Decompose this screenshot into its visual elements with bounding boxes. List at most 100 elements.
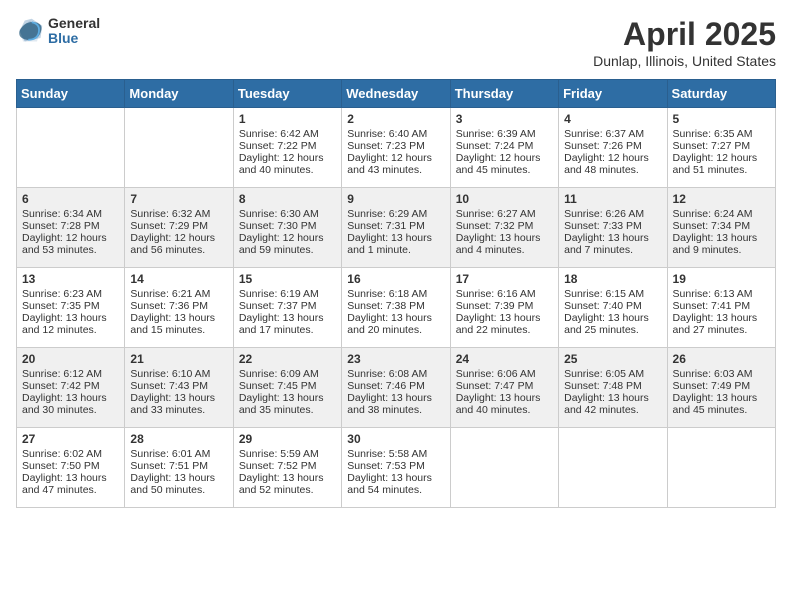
calendar-day-8: 8 Sunrise: 6:30 AM Sunset: 7:30 PM Dayli… <box>233 188 341 268</box>
day-number: 2 <box>347 112 444 126</box>
sunset-text: Sunset: 7:48 PM <box>564 380 642 392</box>
daylight-text: Daylight: 12 hours and 40 minutes. <box>239 152 324 176</box>
sunset-text: Sunset: 7:23 PM <box>347 140 425 152</box>
sunrise-text: Sunrise: 6:02 AM <box>22 448 102 460</box>
daylight-text: Daylight: 13 hours and 40 minutes. <box>456 392 541 416</box>
daylight-text: Daylight: 13 hours and 15 minutes. <box>130 312 215 336</box>
sunrise-text: Sunrise: 6:06 AM <box>456 368 536 380</box>
sunset-text: Sunset: 7:41 PM <box>673 300 751 312</box>
page-header: General Blue April 2025 Dunlap, Illinois… <box>16 16 776 69</box>
daylight-text: Daylight: 13 hours and 35 minutes. <box>239 392 324 416</box>
sunset-text: Sunset: 7:26 PM <box>564 140 642 152</box>
daylight-text: Daylight: 13 hours and 4 minutes. <box>456 232 541 256</box>
calendar-week-row: 27 Sunrise: 6:02 AM Sunset: 7:50 PM Dayl… <box>17 428 776 508</box>
daylight-text: Daylight: 13 hours and 27 minutes. <box>673 312 758 336</box>
sunset-text: Sunset: 7:47 PM <box>456 380 534 392</box>
calendar-empty-cell <box>125 108 233 188</box>
daylight-text: Daylight: 13 hours and 52 minutes. <box>239 472 324 496</box>
calendar-day-24: 24 Sunrise: 6:06 AM Sunset: 7:47 PM Dayl… <box>450 348 558 428</box>
logo-line1: General <box>48 16 100 31</box>
sunrise-text: Sunrise: 6:09 AM <box>239 368 319 380</box>
calendar-day-12: 12 Sunrise: 6:24 AM Sunset: 7:34 PM Dayl… <box>667 188 775 268</box>
day-number: 29 <box>239 432 336 446</box>
day-number: 20 <box>22 352 119 366</box>
day-number: 23 <box>347 352 444 366</box>
sunrise-text: Sunrise: 6:05 AM <box>564 368 644 380</box>
sunset-text: Sunset: 7:28 PM <box>22 220 100 232</box>
weekday-header-row: SundayMondayTuesdayWednesdayThursdayFrid… <box>17 80 776 108</box>
sunrise-text: Sunrise: 6:40 AM <box>347 128 427 140</box>
calendar-day-1: 1 Sunrise: 6:42 AM Sunset: 7:22 PM Dayli… <box>233 108 341 188</box>
daylight-text: Daylight: 13 hours and 17 minutes. <box>239 312 324 336</box>
sunrise-text: Sunrise: 6:21 AM <box>130 288 210 300</box>
calendar-week-row: 1 Sunrise: 6:42 AM Sunset: 7:22 PM Dayli… <box>17 108 776 188</box>
daylight-text: Daylight: 13 hours and 1 minute. <box>347 232 432 256</box>
calendar-day-29: 29 Sunrise: 5:59 AM Sunset: 7:52 PM Dayl… <box>233 428 341 508</box>
weekday-tuesday: Tuesday <box>233 80 341 108</box>
sunset-text: Sunset: 7:36 PM <box>130 300 208 312</box>
sunrise-text: Sunrise: 6:19 AM <box>239 288 319 300</box>
sunrise-text: Sunrise: 5:58 AM <box>347 448 427 460</box>
day-number: 18 <box>564 272 661 286</box>
day-number: 13 <box>22 272 119 286</box>
sunrise-text: Sunrise: 6:29 AM <box>347 208 427 220</box>
calendar-title: April 2025 <box>593 16 776 53</box>
calendar-day-22: 22 Sunrise: 6:09 AM Sunset: 7:45 PM Dayl… <box>233 348 341 428</box>
sunrise-text: Sunrise: 6:27 AM <box>456 208 536 220</box>
sunset-text: Sunset: 7:39 PM <box>456 300 534 312</box>
day-number: 30 <box>347 432 444 446</box>
day-number: 3 <box>456 112 553 126</box>
calendar-day-17: 17 Sunrise: 6:16 AM Sunset: 7:39 PM Dayl… <box>450 268 558 348</box>
calendar-day-10: 10 Sunrise: 6:27 AM Sunset: 7:32 PM Dayl… <box>450 188 558 268</box>
day-number: 12 <box>673 192 770 206</box>
calendar-day-4: 4 Sunrise: 6:37 AM Sunset: 7:26 PM Dayli… <box>559 108 667 188</box>
sunset-text: Sunset: 7:38 PM <box>347 300 425 312</box>
daylight-text: Daylight: 12 hours and 59 minutes. <box>239 232 324 256</box>
sunrise-text: Sunrise: 6:34 AM <box>22 208 102 220</box>
logo-text: General Blue <box>48 16 100 47</box>
daylight-text: Daylight: 13 hours and 45 minutes. <box>673 392 758 416</box>
day-number: 5 <box>673 112 770 126</box>
calendar-day-13: 13 Sunrise: 6:23 AM Sunset: 7:35 PM Dayl… <box>17 268 125 348</box>
daylight-text: Daylight: 12 hours and 48 minutes. <box>564 152 649 176</box>
sunset-text: Sunset: 7:35 PM <box>22 300 100 312</box>
day-number: 28 <box>130 432 227 446</box>
calendar-empty-cell <box>450 428 558 508</box>
day-number: 24 <box>456 352 553 366</box>
calendar-table: SundayMondayTuesdayWednesdayThursdayFrid… <box>16 79 776 508</box>
calendar-day-11: 11 Sunrise: 6:26 AM Sunset: 7:33 PM Dayl… <box>559 188 667 268</box>
sunrise-text: Sunrise: 6:12 AM <box>22 368 102 380</box>
sunrise-text: Sunrise: 6:39 AM <box>456 128 536 140</box>
sunset-text: Sunset: 7:52 PM <box>239 460 317 472</box>
day-number: 26 <box>673 352 770 366</box>
sunrise-text: Sunrise: 6:35 AM <box>673 128 753 140</box>
calendar-day-3: 3 Sunrise: 6:39 AM Sunset: 7:24 PM Dayli… <box>450 108 558 188</box>
calendar-day-23: 23 Sunrise: 6:08 AM Sunset: 7:46 PM Dayl… <box>342 348 450 428</box>
calendar-day-21: 21 Sunrise: 6:10 AM Sunset: 7:43 PM Dayl… <box>125 348 233 428</box>
calendar-day-27: 27 Sunrise: 6:02 AM Sunset: 7:50 PM Dayl… <box>17 428 125 508</box>
sunset-text: Sunset: 7:33 PM <box>564 220 642 232</box>
day-number: 22 <box>239 352 336 366</box>
sunrise-text: Sunrise: 6:13 AM <box>673 288 753 300</box>
weekday-monday: Monday <box>125 80 233 108</box>
calendar-day-25: 25 Sunrise: 6:05 AM Sunset: 7:48 PM Dayl… <box>559 348 667 428</box>
day-number: 9 <box>347 192 444 206</box>
calendar-week-row: 6 Sunrise: 6:34 AM Sunset: 7:28 PM Dayli… <box>17 188 776 268</box>
sunrise-text: Sunrise: 6:15 AM <box>564 288 644 300</box>
sunrise-text: Sunrise: 6:18 AM <box>347 288 427 300</box>
sunset-text: Sunset: 7:24 PM <box>456 140 534 152</box>
calendar-empty-cell <box>667 428 775 508</box>
calendar-day-2: 2 Sunrise: 6:40 AM Sunset: 7:23 PM Dayli… <box>342 108 450 188</box>
weekday-thursday: Thursday <box>450 80 558 108</box>
sunrise-text: Sunrise: 6:32 AM <box>130 208 210 220</box>
daylight-text: Daylight: 12 hours and 53 minutes. <box>22 232 107 256</box>
sunset-text: Sunset: 7:29 PM <box>130 220 208 232</box>
sunset-text: Sunset: 7:22 PM <box>239 140 317 152</box>
sunrise-text: Sunrise: 6:30 AM <box>239 208 319 220</box>
day-number: 19 <box>673 272 770 286</box>
calendar-day-6: 6 Sunrise: 6:34 AM Sunset: 7:28 PM Dayli… <box>17 188 125 268</box>
calendar-day-7: 7 Sunrise: 6:32 AM Sunset: 7:29 PM Dayli… <box>125 188 233 268</box>
daylight-text: Daylight: 12 hours and 43 minutes. <box>347 152 432 176</box>
calendar-day-15: 15 Sunrise: 6:19 AM Sunset: 7:37 PM Dayl… <box>233 268 341 348</box>
calendar-day-5: 5 Sunrise: 6:35 AM Sunset: 7:27 PM Dayli… <box>667 108 775 188</box>
